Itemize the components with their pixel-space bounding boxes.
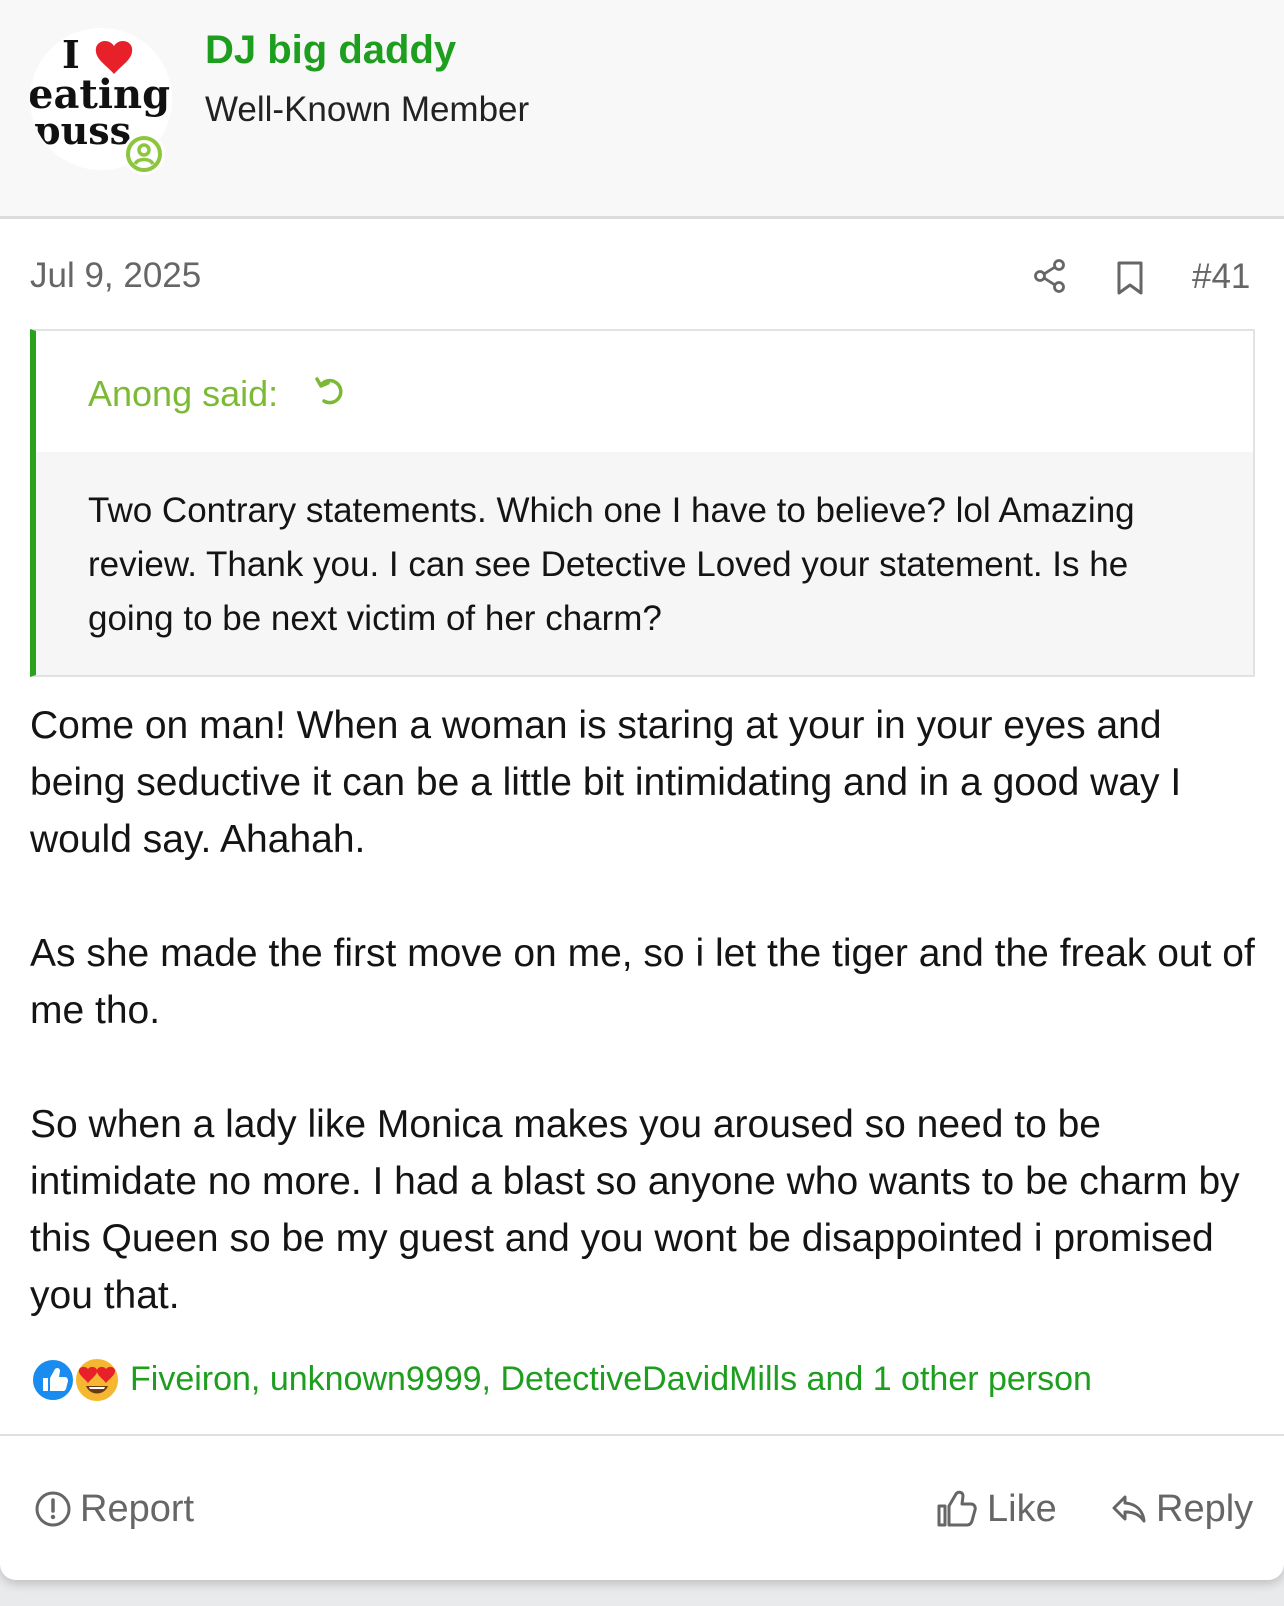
report-button[interactable]: Report (34, 1484, 194, 1534)
quote-body: Two Contrary statements. Which one I hav… (36, 452, 1253, 675)
reaction-users-link[interactable]: Fiveiron, unknown9999, DetectiveDavidMil… (130, 1360, 1092, 1399)
message-paragraph: Come on man! When a woman is staring at … (30, 704, 1182, 861)
reply-icon (1112, 1495, 1146, 1523)
quote-author-link[interactable]: Anong said: (88, 373, 278, 415)
online-icon (123, 133, 165, 175)
user-header: I eating puss DJ big daddy Well-Known Me… (0, 0, 1284, 219)
share-icon[interactable] (1032, 258, 1068, 294)
message-paragraph: So when a lady like Monica makes you aro… (30, 1103, 1240, 1317)
quote-text: Two Contrary statements. Which one I hav… (88, 491, 1135, 638)
reply-label: Reply (1156, 1487, 1254, 1530)
post-date[interactable]: Jul 9, 2025 (30, 256, 201, 296)
avatar-word-2: puss (34, 108, 131, 153)
message-paragraph: As she made the first move on me, so i l… (30, 932, 1255, 1032)
reply-button[interactable]: Reply (1110, 1484, 1253, 1534)
footer-divider (0, 1434, 1284, 1436)
post-number-link[interactable]: #41 (1192, 257, 1250, 297)
quote-block: Anong said: Two Contrary statements. Whi… (30, 329, 1255, 677)
report-icon (35, 1491, 71, 1527)
username-link[interactable]: DJ big daddy (205, 28, 456, 73)
post-card: I eating puss DJ big daddy Well-Known Me… (0, 0, 1284, 1580)
go-to-quoted-icon[interactable] (311, 373, 347, 409)
love-reaction-icon (74, 1357, 120, 1403)
user-title: Well-Known Member (205, 90, 530, 129)
quote-header: Anong said: (36, 331, 1253, 452)
like-label: Like (987, 1487, 1057, 1530)
like-reaction-icon (31, 1358, 75, 1402)
report-label: Report (80, 1487, 195, 1530)
reaction-icons (30, 1354, 122, 1404)
like-button[interactable]: Like (935, 1484, 1057, 1534)
bookmark-icon[interactable] (1114, 260, 1146, 296)
reactions-bar[interactable]: Fiveiron, unknown9999, DetectiveDavidMil… (30, 1354, 1092, 1404)
thumbs-up-icon (937, 1490, 977, 1527)
message-body: Come on man! When a woman is staring at … (30, 697, 1255, 1324)
